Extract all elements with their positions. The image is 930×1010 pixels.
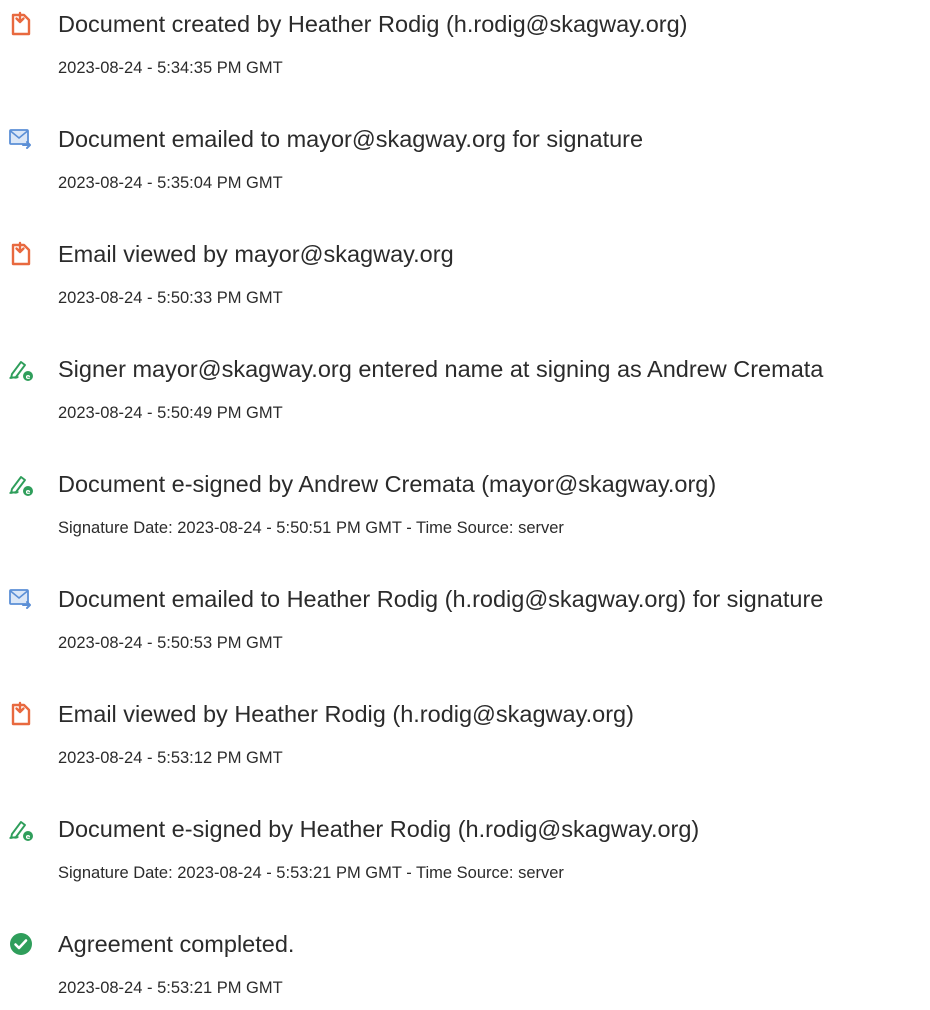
event-title: Document e-signed by Andrew Cremata (may… [58,471,717,497]
audit-event: Email viewed by Heather Rodig (h.rodig@s… [0,690,930,780]
email-sent-icon [8,126,34,152]
event-timestamp: 2023-08-24 - 5:50:49 PM GMT [58,404,283,422]
event-timestamp: 2023-08-24 - 5:35:04 PM GMT [58,174,283,192]
event-timestamp: Signature Date: 2023-08-24 - 5:53:21 PM … [58,864,564,882]
svg-text:e: e [26,488,31,496]
event-title: Signer mayor@skagway.org entered name at… [58,356,824,382]
event-title: Document e-signed by Heather Rodig (h.ro… [58,816,700,842]
audit-event: Document emailed to mayor@skagway.org fo… [0,115,930,205]
event-timestamp: 2023-08-24 - 5:50:53 PM GMT [58,634,283,652]
event-timestamp: 2023-08-24 - 5:34:35 PM GMT [58,59,283,77]
event-title: Document emailed to Heather Rodig (h.rod… [58,586,824,612]
e-sign-pen-icon: e [8,816,34,842]
document-viewed-icon [8,701,34,727]
document-created-icon [8,11,34,37]
audit-event: Agreement completed. 2023-08-24 - 5:53:2… [0,920,930,1010]
audit-event: Document emailed to Heather Rodig (h.rod… [0,575,930,665]
svg-text:e: e [26,373,31,381]
email-sent-icon [8,586,34,612]
event-timestamp: 2023-08-24 - 5:50:33 PM GMT [58,289,283,307]
audit-event: Email viewed by mayor@skagway.org 2023-0… [0,230,930,320]
audit-event: e Document e-signed by Andrew Cremata (m… [0,460,930,550]
document-viewed-icon [8,241,34,267]
event-title: Document created by Heather Rodig (h.rod… [58,11,688,37]
event-title: Document emailed to mayor@skagway.org fo… [58,126,644,152]
svg-text:e: e [26,833,31,841]
audit-event: e Document e-signed by Heather Rodig (h.… [0,805,930,895]
e-sign-pen-icon: e [8,471,34,497]
event-title: Agreement completed. [58,931,295,957]
audit-event: e Signer mayor@skagway.org entered name … [0,345,930,435]
e-sign-pen-icon: e [8,356,34,382]
event-title: Email viewed by Heather Rodig (h.rodig@s… [58,701,634,727]
check-circle-icon [8,931,34,957]
event-timestamp: 2023-08-24 - 5:53:12 PM GMT [58,749,283,767]
audit-event: Document created by Heather Rodig (h.rod… [0,0,930,90]
event-title: Email viewed by mayor@skagway.org [58,241,454,267]
event-timestamp: 2023-08-24 - 5:53:21 PM GMT [58,979,283,997]
event-timestamp: Signature Date: 2023-08-24 - 5:50:51 PM … [58,519,564,537]
